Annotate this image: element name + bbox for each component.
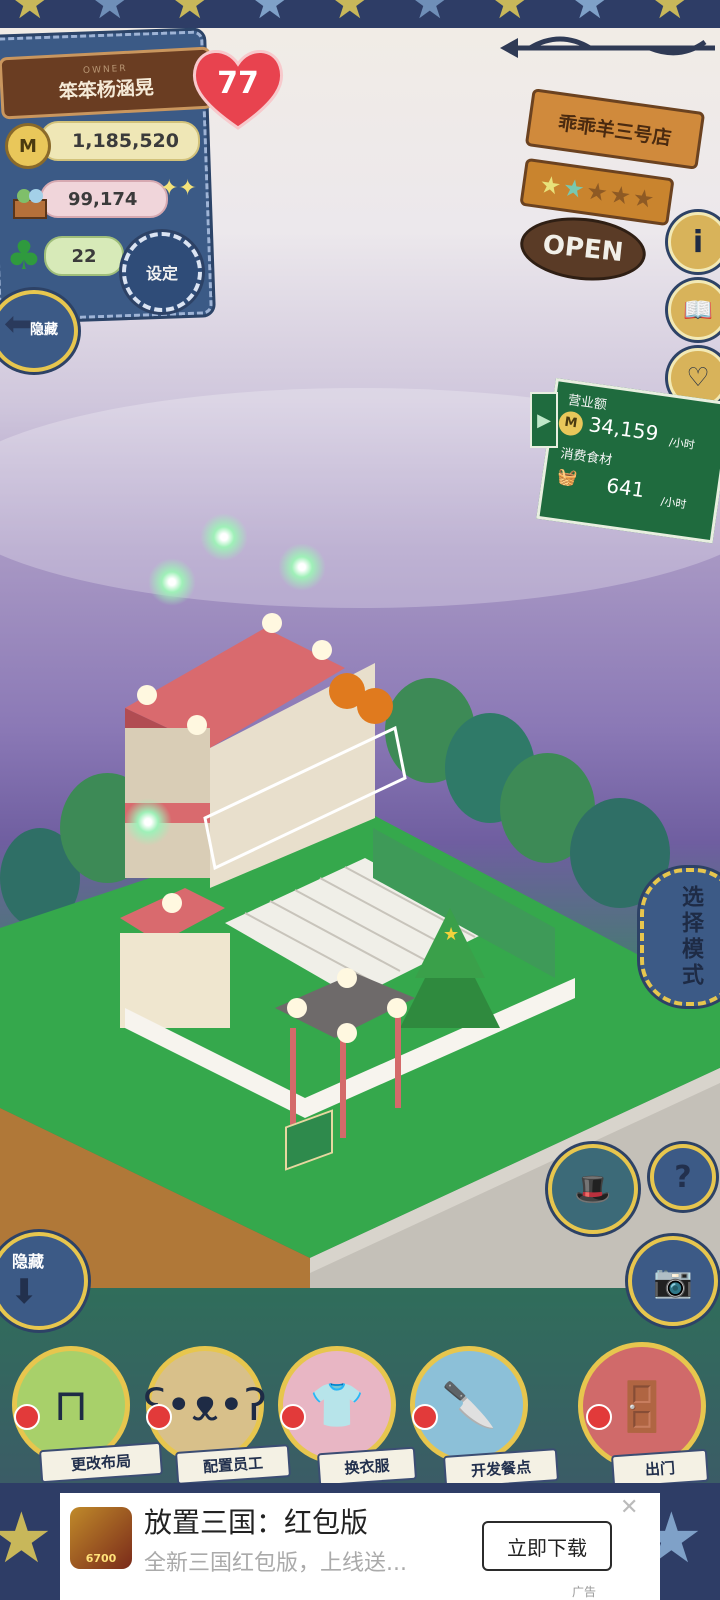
consume-unit: /小时 (659, 494, 688, 512)
collapse-arrow-icon[interactable]: ▶ (530, 392, 558, 448)
ingredients-display: 99,174 (40, 180, 168, 218)
ad-badge: 广告 (572, 1585, 597, 1599)
knife-icon: 🔪 (441, 1380, 497, 1431)
svg-text:★: ★ (443, 924, 459, 945)
shirt-icon: 👕 (309, 1380, 365, 1431)
revenue-label: 营业额 (566, 392, 608, 414)
select-mode-button[interactable]: 选择模式 (640, 868, 720, 1006)
ingredients-basket-icon (10, 186, 50, 220)
notification-pin-icon (280, 1404, 306, 1430)
level-heart: 77 (190, 44, 286, 134)
clover-display: 22 (44, 236, 124, 276)
shop-name: 乖乖羊三号店 (556, 111, 673, 150)
clover-value: 22 (71, 245, 97, 267)
money-display: 1,185,520 (40, 121, 200, 161)
notification-pin-icon (586, 1404, 612, 1430)
book-icon[interactable]: 📖 (668, 280, 720, 340)
level-value: 77 (217, 66, 259, 101)
change-clothes-label: 换衣服 (316, 1446, 418, 1487)
info-icon[interactable]: i (668, 212, 720, 272)
ad-title: 放置三国：红包版 (144, 1506, 369, 1539)
open-label: OPEN (541, 229, 625, 269)
sign-bracket (500, 36, 715, 58)
arrow-left-icon: ⬅ (4, 304, 33, 344)
coin-icon: M (557, 409, 585, 438)
consume-label: 消费食材 (559, 446, 614, 469)
notification-pin-icon (146, 1404, 172, 1430)
select-mode-label: 选择模式 (678, 885, 703, 989)
firework-effect (148, 558, 196, 606)
ad-download-button[interactable]: 立即下载 (482, 1521, 612, 1571)
basket-icon: 🧺 (556, 466, 579, 488)
sparkle-icon: ✦✦ (160, 176, 197, 201)
revenue-unit: /小时 (668, 435, 696, 452)
ingredients-value: 99,174 (68, 188, 138, 210)
star-icon: ★ (537, 170, 564, 201)
ad-icon-text: 6700 (85, 1552, 117, 1565)
owner-name: 笨笨杨涵晃 (58, 76, 155, 103)
owner-name-plate: OWNER 笨笨杨涵晃 (0, 46, 214, 120)
settings-label: 设定 (145, 264, 178, 283)
revenue-value: 34,159 (587, 412, 660, 446)
notification-pin-icon (14, 1404, 40, 1430)
star-icon: ★ (607, 179, 633, 211)
door-icon: 🚪 (612, 1378, 672, 1435)
firework-effect (278, 543, 326, 591)
money-value: 1,185,520 (72, 130, 179, 152)
ad-app-icon: 6700 (70, 1507, 132, 1569)
ad-close-icon[interactable]: ✕ (620, 1495, 638, 1520)
firework-effect (124, 798, 172, 846)
restaurant-building[interactable]: ★ (115, 588, 585, 1148)
hat-icon[interactable]: 🎩 (548, 1144, 638, 1234)
star-icon: ★ (561, 173, 587, 205)
help-icon[interactable]: ? (650, 1144, 716, 1210)
ad-download-label: 立即下载 (507, 1535, 587, 1560)
ad-banner[interactable]: 6700 放置三国：红包版 全新三国红包版，上线送... 立即下载 ✕ 广告 (60, 1493, 660, 1600)
settings-button[interactable]: 设定 (122, 232, 202, 312)
star-icon: ★ (584, 176, 610, 208)
star-icon: ★ (630, 183, 657, 214)
revenue-panel[interactable]: 营业额 M 34,159 /小时 消费食材 🧺 641 /小时 (536, 378, 720, 544)
firework-effect (200, 513, 248, 561)
consume-value: 641 (604, 473, 647, 503)
table-icon: ⊓ (53, 1379, 89, 1431)
camera-icon[interactable]: 📷 (628, 1236, 718, 1326)
coin-icon: M (5, 123, 51, 169)
hide-label: 隐藏 (30, 322, 58, 338)
hide-label: 隐藏 (12, 1252, 45, 1271)
clover-icon: ♣ (6, 233, 42, 279)
top-star-border: ★ ★ ★ ★ ★ ★ ★ ★ ★ (0, 0, 720, 28)
ad-subtitle: 全新三国红包版，上线送... (144, 1551, 407, 1576)
arrow-down-icon: ⬇ (10, 1272, 39, 1312)
notification-pin-icon (412, 1404, 438, 1430)
